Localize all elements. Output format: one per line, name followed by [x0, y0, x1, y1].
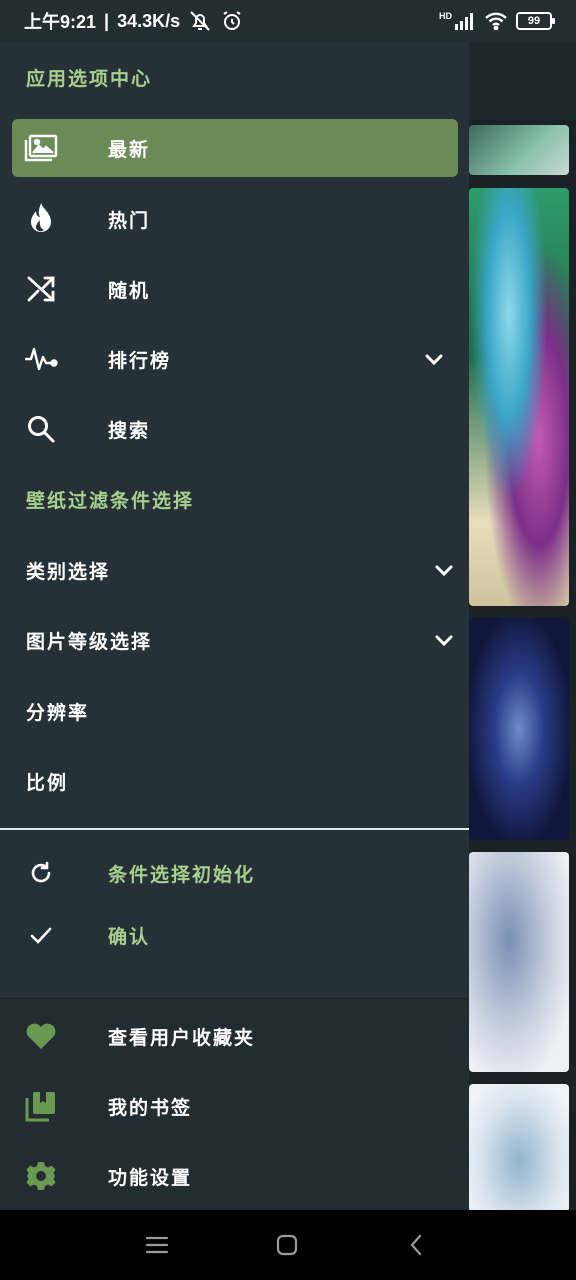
back-icon[interactable] [404, 1232, 430, 1258]
nav-item-label: 排行榜 [108, 349, 172, 372]
search-icon [24, 412, 58, 446]
status-bar: 上午9:21 | 34.3K/s HD 99 [0, 0, 576, 42]
network-speed: 34.3K/s [117, 10, 181, 31]
system-nav-bar [0, 1210, 576, 1280]
menu-icon[interactable] [144, 1232, 170, 1258]
reset-filters-label: 条件选择初始化 [108, 863, 256, 886]
filter-ratio[interactable]: 比例 [26, 752, 456, 810]
alarm-icon [223, 11, 241, 30]
battery-indicator: 99 [516, 12, 555, 30]
chevron-down-icon[interactable] [432, 558, 456, 582]
flame-icon [24, 202, 58, 236]
signal-icon [455, 13, 473, 30]
heart-icon [24, 1019, 58, 1053]
nav-item-label: 搜索 [108, 419, 151, 442]
shuffle-icon [24, 272, 58, 306]
navigation-drawer: 应用选项中心 最新 热门 随机 排行榜 搜索 壁纸过滤条件选择 类别选择 图片等… [0, 42, 469, 1210]
confirm-button[interactable]: 确认 [12, 906, 458, 964]
confirm-label: 确认 [108, 925, 151, 948]
app-bar [469, 42, 576, 120]
image-gallery-icon [24, 131, 58, 165]
nav-item-label: 热门 [108, 209, 151, 232]
filter-label: 比例 [26, 771, 69, 794]
nav-item-popular[interactable]: 热门 [12, 190, 458, 248]
wallpaper-thumbnail[interactable] [469, 125, 569, 175]
filter-label: 类别选择 [26, 560, 111, 583]
drawer-footer: 查看用户收藏夹 我的书签 功能设置 [0, 998, 469, 1210]
check-icon [24, 918, 58, 952]
nav-item-random[interactable]: 随机 [12, 260, 458, 318]
status-time: 上午9:21 [24, 12, 97, 32]
pulse-chart-icon [24, 342, 58, 376]
bookmarks-icon [24, 1089, 58, 1123]
wallpaper-thumbnail[interactable] [469, 188, 569, 606]
filter-resolution[interactable]: 分辨率 [26, 682, 456, 740]
hd-label: HD [439, 11, 452, 21]
chevron-down-icon[interactable] [432, 628, 456, 652]
reset-filters-button[interactable]: 条件选择初始化 [12, 844, 458, 902]
home-icon[interactable] [274, 1232, 300, 1258]
nav-item-ranking[interactable]: 排行榜 [12, 330, 458, 388]
favorites-button[interactable]: 查看用户收藏夹 [12, 1007, 458, 1065]
section-title-filter: 壁纸过滤条件选择 [26, 490, 195, 512]
wallpaper-thumbnail[interactable] [469, 852, 569, 1072]
divider [0, 828, 469, 830]
wallpaper-thumbnail[interactable] [469, 1084, 569, 1212]
nav-item-latest[interactable]: 最新 [12, 119, 458, 177]
nav-item-label: 最新 [108, 138, 151, 161]
settings-button[interactable]: 功能设置 [12, 1147, 458, 1205]
section-title-app: 应用选项中心 [26, 68, 153, 90]
favorites-label: 查看用户收藏夹 [108, 1026, 256, 1049]
status-separator: | [104, 10, 110, 31]
refresh-icon [24, 856, 58, 890]
nav-item-search[interactable]: 搜索 [12, 400, 458, 458]
bookmarks-label: 我的书签 [108, 1096, 193, 1119]
settings-label: 功能设置 [108, 1166, 193, 1189]
filter-category[interactable]: 类别选择 [26, 541, 456, 599]
filter-label: 图片等级选择 [26, 630, 153, 653]
chevron-down-icon[interactable] [422, 347, 446, 371]
wallpaper-thumbnail[interactable] [469, 618, 569, 840]
mute-bell-icon [190, 11, 210, 31]
wifi-icon [485, 12, 507, 30]
filter-label: 分辨率 [26, 701, 90, 724]
bookmarks-button[interactable]: 我的书签 [12, 1077, 458, 1135]
nav-item-label: 随机 [108, 279, 151, 302]
filter-purity[interactable]: 图片等级选择 [26, 611, 456, 669]
gear-icon [24, 1159, 58, 1193]
